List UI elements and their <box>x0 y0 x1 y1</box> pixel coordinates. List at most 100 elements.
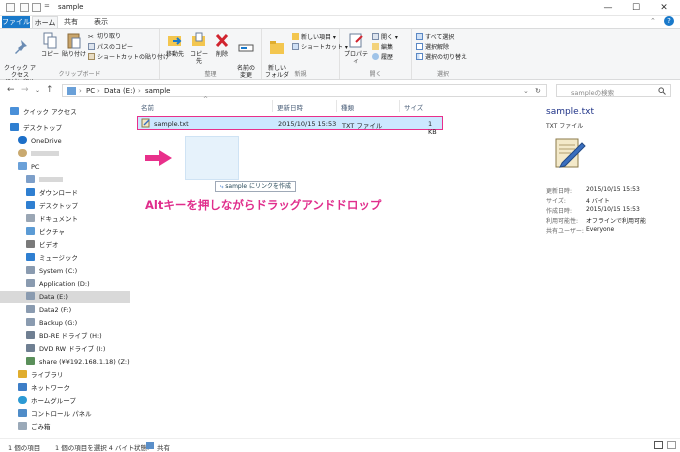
drive-icon <box>26 279 35 287</box>
cut-button[interactable]: ✂ 切り取り <box>88 33 121 41</box>
tab-file[interactable]: ファイル <box>2 16 30 28</box>
invert-selection-button[interactable]: 選択の切り替え <box>416 53 467 62</box>
refresh-icon[interactable]: ↻ <box>535 87 541 95</box>
nav-recycle-bin[interactable]: ごみ箱 <box>18 421 51 433</box>
paste-shortcut-button[interactable]: ショートカットの貼り付け <box>88 53 169 62</box>
share-users-icon <box>146 442 154 449</box>
recent-dropdown-icon[interactable]: ⌄ <box>35 87 40 94</box>
nav-drive-i[interactable]: DVD RW ドライブ (I:) <box>26 343 105 355</box>
close-button[interactable]: ✕ <box>650 0 678 16</box>
ribbon-collapse-icon[interactable]: ⌃ <box>650 17 656 25</box>
column-header-name[interactable]: 名前 <box>141 102 154 112</box>
column-header-size[interactable]: サイズ <box>404 102 423 112</box>
breadcrumb-data[interactable]: Data (E:) <box>104 87 135 95</box>
nav-desktop-pc[interactable]: デスクトップ <box>26 200 78 212</box>
delete-button[interactable]: 削除 <box>212 32 232 58</box>
nav-pictures[interactable]: ピクチャ <box>26 226 65 238</box>
nav-homegroup[interactable]: ホームグループ <box>18 395 76 407</box>
nav-libraries[interactable]: ライブラリ <box>18 369 64 381</box>
nav-drive-g[interactable]: Backup (G:) <box>26 317 77 329</box>
column-divider[interactable] <box>399 100 400 112</box>
back-arrow-icon[interactable]: ← <box>7 85 15 95</box>
open-icon <box>372 33 379 40</box>
nav-network[interactable]: ネットワーク <box>18 382 70 394</box>
column-divider[interactable] <box>336 100 337 112</box>
help-button[interactable]: ? <box>664 16 674 26</box>
detail-value: 2015/10/15 15:53 <box>586 186 640 193</box>
breadcrumb-sample[interactable]: sample <box>145 87 170 95</box>
new-group-label: 新規 <box>294 71 307 78</box>
column-divider[interactable] <box>272 100 273 112</box>
folder-icon <box>6 3 15 12</box>
open-group-label: 開く <box>369 71 382 78</box>
properties-button[interactable]: プロパティ <box>342 32 370 65</box>
tab-home[interactable]: ホーム <box>32 16 58 28</box>
tab-view[interactable]: 表示 <box>90 16 112 28</box>
column-header-date[interactable]: 更新日時 <box>277 102 303 112</box>
edit-button[interactable]: 編集 <box>372 43 393 52</box>
history-button[interactable]: 履歴 <box>372 53 393 62</box>
drag-tooltip: ⤷ sample にリンクを作成 <box>215 181 297 192</box>
paste-button[interactable]: 貼り付け <box>62 32 86 58</box>
file-list-pane: ^ 名前 更新日時 種類 サイズ sample.txt 2015/10/15 1… <box>135 96 445 438</box>
address-dropdown-icon[interactable]: ⌄ <box>523 87 529 95</box>
drive-icon <box>26 266 35 274</box>
nav-drive-f[interactable]: Data2 (F:) <box>26 304 71 316</box>
nav-user-folder[interactable] <box>18 148 59 160</box>
rename-icon <box>238 44 254 52</box>
selection-info: 1 個の項目を選択 4 バイト <box>55 444 135 452</box>
nav-drive-z[interactable]: share (¥¥192.168.1.18) (Z:) <box>26 356 130 368</box>
open-button[interactable]: 開く ▾ <box>372 33 398 42</box>
homegroup-icon <box>18 396 27 404</box>
address-input[interactable]: › PC › Data (E:) › sample ⌄ ↻ <box>62 84 547 97</box>
select-all-button[interactable]: すべて選択 <box>416 33 454 42</box>
copy-button[interactable]: コピー <box>40 32 60 58</box>
details-type: TXT ファイル <box>546 123 584 130</box>
nav-videos[interactable]: ビデオ <box>26 239 59 251</box>
file-row[interactable]: sample.txt 2015/10/15 15:53 TXT ファイル 1 K… <box>137 116 443 136</box>
qa-dropdown-icon[interactable]: = <box>44 2 50 10</box>
nav-pc[interactable]: PC <box>18 161 39 173</box>
search-icon <box>658 87 666 95</box>
detail-value: 4 バイト <box>586 198 610 205</box>
nav-drive-h[interactable]: BD-RE ドライブ (H:) <box>26 330 102 342</box>
nav-music[interactable]: ミュージック <box>26 252 78 264</box>
pc-icon <box>18 162 27 170</box>
large-icons-view-icon[interactable] <box>667 441 676 449</box>
clipboard-group-label: クリップボード <box>58 71 101 78</box>
nav-user-pc-folder[interactable] <box>26 174 63 186</box>
detail-value: 2015/10/15 15:53 <box>586 206 640 213</box>
new-folder-qa-icon[interactable] <box>32 3 41 12</box>
move-to-button[interactable]: 移動先 <box>164 32 186 58</box>
select-none-button[interactable]: 選択解除 <box>416 43 449 52</box>
minimize-button[interactable]: — <box>594 0 622 16</box>
nav-onedrive[interactable]: OneDrive <box>18 135 62 147</box>
detail-value: Everyone <box>586 226 615 233</box>
nav-drive-d[interactable]: Application (D:) <box>26 278 90 290</box>
cloud-icon <box>18 136 27 144</box>
new-item-button[interactable]: 新しい項目 ▾ <box>292 33 336 42</box>
nav-drive-e[interactable]: Data (E:) <box>0 291 130 303</box>
breadcrumb-pc[interactable]: PC <box>86 87 95 95</box>
properties-qa-icon[interactable] <box>20 3 29 12</box>
forward-arrow-icon[interactable]: → <box>21 85 29 95</box>
copy-path-icon <box>88 43 95 50</box>
up-arrow-icon[interactable]: ↑ <box>46 85 54 95</box>
history-icon <box>372 53 379 60</box>
tab-share[interactable]: 共有 <box>60 16 82 28</box>
detail-label: 利用可能性: <box>546 218 579 225</box>
details-view-icon[interactable] <box>654 441 663 449</box>
nav-quick-access[interactable]: クイック アクセス <box>10 106 77 118</box>
nav-drive-c[interactable]: System (C:) <box>26 265 77 277</box>
copy-to-button[interactable]: コピー先 <box>188 32 210 65</box>
select-group-label: 選択 <box>436 71 449 78</box>
state-value: 共有 <box>157 444 170 452</box>
nav-desktop[interactable]: デスクトップ <box>10 122 62 134</box>
nav-control-panel[interactable]: コントロール パネル <box>18 408 92 420</box>
nav-documents[interactable]: ドキュメント <box>26 213 78 225</box>
column-header-type[interactable]: 種類 <box>341 102 354 112</box>
copy-path-button[interactable]: パスのコピー <box>88 43 133 52</box>
search-input[interactable]: sampleの検索 <box>556 84 671 97</box>
nav-downloads[interactable]: ダウンロード <box>26 187 78 199</box>
maximize-button[interactable]: ☐ <box>622 0 650 16</box>
